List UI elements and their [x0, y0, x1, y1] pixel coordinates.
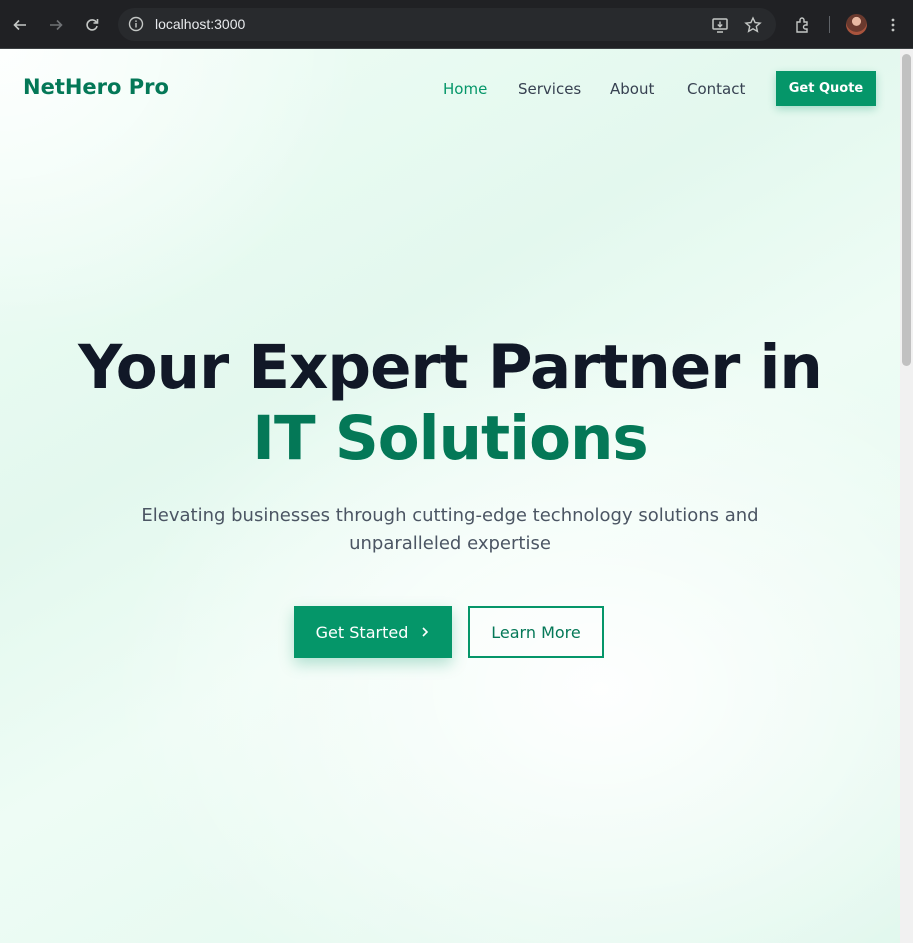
hero-title-line1: Your Expert Partner in — [78, 332, 823, 403]
back-icon[interactable] — [7, 12, 33, 38]
nav-link-services[interactable]: Services — [518, 80, 581, 98]
toolbar-divider — [829, 16, 830, 33]
address-bar[interactable]: localhost:3000 — [118, 8, 776, 41]
get-quote-button[interactable]: Get Quote — [776, 71, 876, 106]
hero-subtitle-line1: Elevating businesses through cutting-edg… — [141, 505, 759, 526]
address-url[interactable]: localhost:3000 — [155, 16, 245, 32]
scrollbar-thumb[interactable] — [902, 54, 911, 366]
nav-link-contact[interactable]: Contact — [687, 80, 745, 98]
chevron-right-icon — [420, 623, 430, 642]
hero-subtitle-line2: unparalleled expertise — [349, 533, 551, 554]
bookmark-star-icon[interactable] — [740, 12, 766, 38]
get-started-label: Get Started — [315, 622, 409, 642]
brand-logo[interactable]: NetHero Pro — [23, 75, 169, 99]
reload-icon[interactable] — [79, 12, 105, 38]
hero-subtitle: Elevating businesses through cutting-edg… — [120, 502, 780, 558]
hero-title-highlight: IT Solutions — [252, 403, 648, 474]
nav-link-about[interactable]: About — [610, 80, 654, 98]
learn-more-button[interactable]: Learn More — [468, 606, 604, 658]
menu-icon[interactable] — [880, 12, 906, 38]
nav-link-home[interactable]: Home — [443, 80, 487, 98]
forward-icon[interactable] — [43, 12, 69, 38]
install-app-icon[interactable] — [707, 12, 733, 38]
page-viewport: NetHero Pro Home Services About Contact … — [0, 49, 900, 943]
extensions-icon[interactable] — [790, 12, 816, 38]
get-started-button[interactable]: Get Started — [294, 606, 452, 658]
profile-avatar[interactable] — [846, 14, 867, 35]
page-scrollbar[interactable] — [900, 49, 913, 943]
browser-toolbar: localhost:3000 — [0, 0, 913, 49]
site-info-icon[interactable] — [125, 13, 147, 35]
